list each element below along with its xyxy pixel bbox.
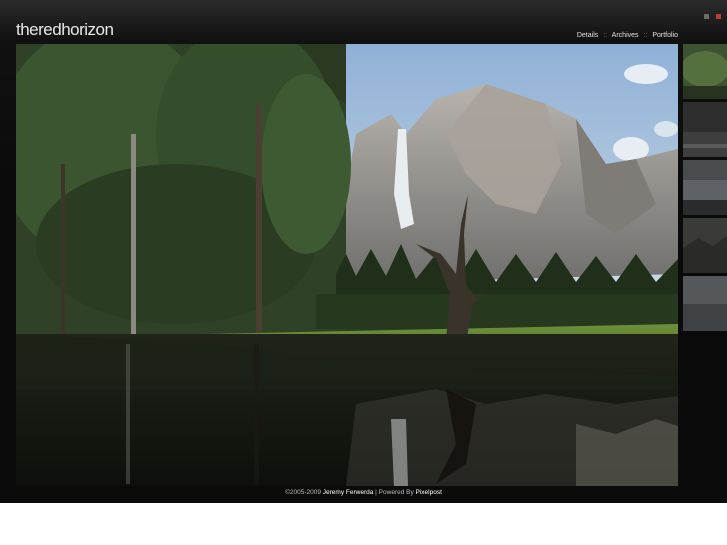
- footer: ©2005-2009 Jeremy Ferwerda | Powered By …: [0, 489, 727, 496]
- site-title[interactable]: theredhorizon: [16, 20, 114, 40]
- nav-separator: ::: [643, 32, 648, 39]
- footer-separator: |: [375, 489, 377, 496]
- site-frame: theredhorizon Details :: Archives :: Por…: [0, 0, 727, 503]
- nav-details-link[interactable]: Details: [577, 32, 598, 39]
- window-controls: [701, 6, 721, 24]
- thumbnail-4[interactable]: [683, 218, 727, 273]
- powered-by-label: Powered By: [378, 489, 414, 496]
- minimize-icon[interactable]: [703, 14, 709, 19]
- nav-portfolio-link[interactable]: Portfolio: [652, 32, 678, 39]
- nav-archives-link[interactable]: Archives: [612, 32, 639, 39]
- thumbnail-1[interactable]: [683, 44, 727, 99]
- copyright-years: ©2005-2009: [285, 489, 321, 496]
- thumbnail-5[interactable]: [683, 276, 727, 331]
- author-link[interactable]: Jeremy Ferwerda: [323, 489, 374, 496]
- main-nav: Details :: Archives :: Portfolio: [577, 32, 678, 39]
- header: theredhorizon Details :: Archives :: Por…: [0, 0, 727, 44]
- pixelpost-link[interactable]: Pixelpost: [416, 489, 442, 496]
- thumbnail-2[interactable]: [683, 102, 727, 157]
- main-photo[interactable]: [16, 44, 678, 486]
- thumbnail-3[interactable]: [683, 160, 727, 215]
- nav-separator: ::: [603, 32, 608, 39]
- close-icon[interactable]: [716, 14, 721, 19]
- thumbnail-strip: [683, 44, 727, 334]
- landscape-photo-image: [16, 44, 678, 486]
